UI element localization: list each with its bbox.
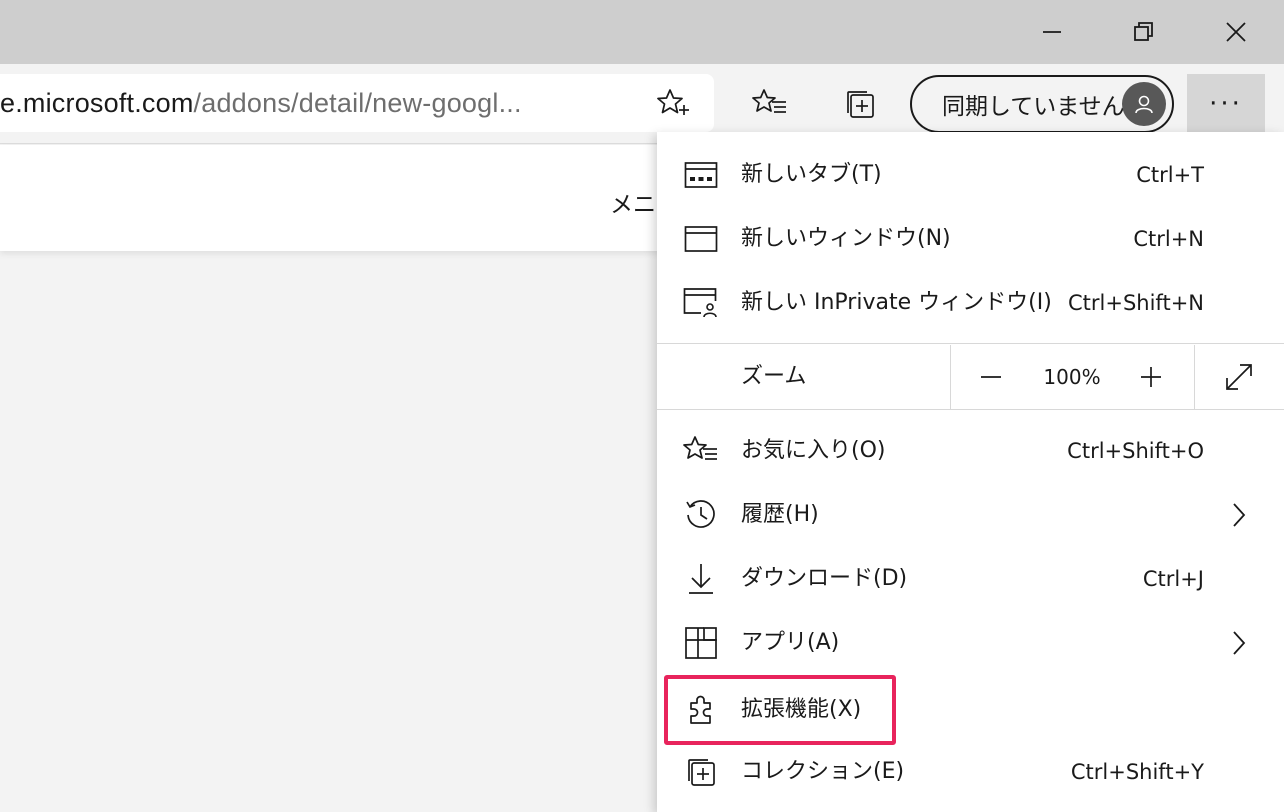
avatar [1122,82,1166,126]
menu-item-shortcut: Ctrl+J [1142,567,1204,591]
url-text[interactable]: e.microsoft.com/addons/detail/new-googl.… [0,74,522,132]
new-tab-icon [683,157,719,193]
person-icon [1135,95,1153,114]
zoom-level: 100% [1043,365,1101,389]
apps-icon [683,625,719,661]
inprivate-window-icon [683,285,719,321]
download-icon [683,561,719,597]
extensions-highlight-annotation [664,675,896,745]
title-bar [0,0,1284,64]
menu-item-label: 新しい InPrivate ウィンドウ(I) [741,290,1052,315]
menu-item-shortcut: Ctrl+Shift+O [1067,439,1204,463]
menu-item-label: コレクション(E) [741,759,905,784]
close-icon [1226,22,1246,42]
add-favorite-button[interactable] [652,86,696,122]
zoom-separator [950,345,951,409]
star-add-icon [657,89,689,115]
url-path: /addons/detail/new-googl... [193,88,522,118]
menu-item-new-tab[interactable]: 新しいタブ(T) Ctrl+T [657,143,1284,207]
chevron-right-icon [1225,629,1253,657]
fullscreen-button[interactable] [1219,357,1259,397]
minimize-icon [1043,31,1061,33]
menu-item-apps[interactable]: アプリ(A) [657,611,1284,675]
zoom-row: ズーム 100% [657,345,1284,409]
menu-item-label: アプリ(A) [741,630,840,655]
new-window-icon [683,221,719,257]
menu-divider [657,343,1284,344]
favorites-icon [752,89,786,113]
zoom-out-button[interactable] [971,357,1011,397]
favorites-icon [683,433,719,469]
favorites-button[interactable] [746,82,794,126]
menu-item-label: お気に入り(O) [741,438,886,463]
fullscreen-icon [1226,364,1252,390]
menu-item-downloads[interactable]: ダウンロード(D) Ctrl+J [657,547,1284,611]
settings-and-more-button[interactable]: ··· [1187,74,1265,134]
plus-icon [1141,367,1161,387]
page-menu-text[interactable]: メニュー [610,185,660,219]
menu-divider [657,409,1284,410]
restore-button[interactable] [1098,0,1190,64]
sync-status-label: 同期していません [942,94,1125,120]
menu-item-shortcut: Ctrl+Shift+N [1068,291,1204,315]
menu-item-favorites[interactable]: お気に入り(O) Ctrl+Shift+O [657,419,1284,483]
zoom-in-button[interactable] [1131,357,1171,397]
menu-item-new-window[interactable]: 新しいウィンドウ(N) Ctrl+N [657,207,1284,271]
minus-icon [981,376,1001,378]
collections-icon [847,91,874,118]
zoom-label: ズーム [741,364,807,389]
menu-item-label: 新しいウィンドウ(N) [741,226,951,251]
close-button[interactable] [1190,0,1282,64]
collections-button[interactable] [836,82,884,126]
menu-item-history[interactable]: 履歴(H) [657,483,1284,547]
menu-item-label: 履歴(H) [741,502,819,527]
page-header: メニュー [0,145,700,251]
menu-item-shortcut: Ctrl+N [1133,227,1204,251]
zoom-separator [1194,345,1195,409]
minimize-button[interactable] [1006,0,1098,64]
collections-icon [683,754,719,790]
address-bar[interactable]: e.microsoft.com/addons/detail/new-googl.… [0,74,714,132]
restore-icon [1134,22,1153,41]
menu-item-new-inprivate-window[interactable]: 新しい InPrivate ウィンドウ(I) Ctrl+Shift+N [657,271,1284,335]
menu-item-label: ダウンロード(D) [741,566,908,591]
menu-item-collections[interactable]: コレクション(E) Ctrl+Shift+Y [657,740,1284,804]
menu-item-shortcut: Ctrl+T [1136,163,1204,187]
url-host: e.microsoft.com [0,88,194,118]
settings-menu: 新しいタブ(T) Ctrl+T 新しいウィンドウ(N) Ctrl+N 新しい I… [657,132,1284,812]
menu-item-shortcut: Ctrl+Shift+Y [1070,760,1204,784]
menu-item-label: 新しいタブ(T) [741,162,882,187]
profile-sync-button[interactable]: 同期していません [910,75,1174,133]
chevron-right-icon [1225,501,1253,529]
history-icon [683,497,719,533]
